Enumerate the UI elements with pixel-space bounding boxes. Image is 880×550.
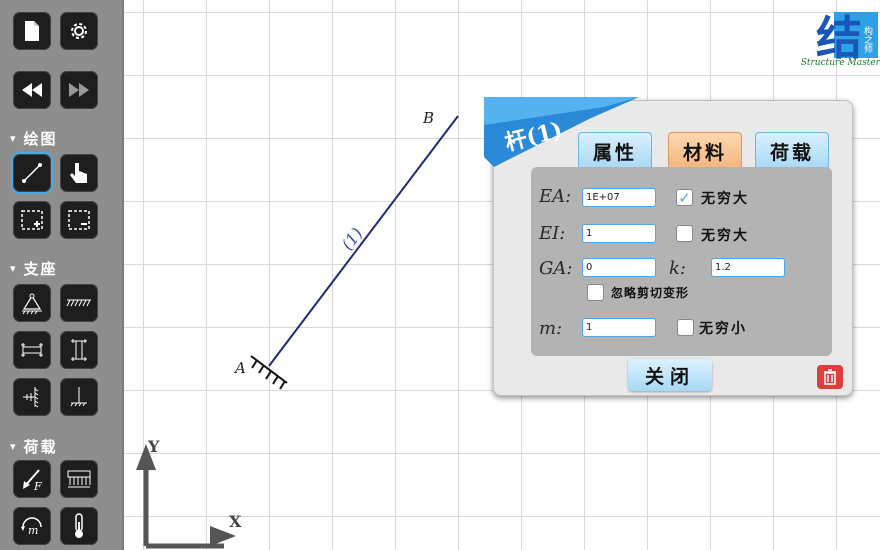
tab-properties[interactable]: 属性	[578, 132, 652, 170]
axis-x-label: X	[229, 512, 242, 531]
rewind-icon	[22, 83, 42, 97]
tab-material[interactable]: 材料	[668, 132, 742, 170]
ei-input[interactable]: 1	[582, 224, 656, 243]
node-label-a: A	[233, 359, 246, 377]
new-file-icon	[25, 21, 39, 41]
pointer-hand-icon	[70, 163, 87, 183]
select-remove-button[interactable]	[60, 201, 98, 239]
force-button[interactable]: F	[13, 460, 51, 498]
tab-loads[interactable]: 荷载	[755, 132, 829, 170]
distributed-load-button[interactable]	[60, 460, 98, 498]
member-1[interactable]	[268, 115, 459, 367]
trash-icon	[824, 369, 836, 385]
ga-label: GA:	[539, 258, 573, 279]
m-label: m:	[539, 318, 563, 339]
member-properties-dialog: 杆(1) 属性 材料 荷载 EA: 1E+07 ✓ 无穷大 EI: 1 无穷大 …	[484, 97, 853, 396]
k-input[interactable]: 1.2	[711, 258, 785, 277]
fixed-support-button[interactable]	[60, 378, 98, 416]
material-panel: EA: 1E+07 ✓ 无穷大 EI: 1 无穷大 GA: 0 k: 1.2 忽…	[531, 167, 832, 356]
settings-button[interactable]	[60, 12, 98, 50]
app-logo: 结 构之师 Structure Master	[801, 2, 880, 70]
ei-label: EI:	[539, 223, 566, 244]
redo-button[interactable]	[60, 71, 98, 109]
section-support: 支座	[10, 258, 58, 279]
moment-symbol: m	[28, 524, 38, 537]
draw-member-icon	[22, 163, 42, 183]
fast-forward-icon	[69, 83, 89, 97]
section-draw: 绘图	[10, 128, 58, 149]
force-icon: F	[23, 469, 42, 492]
ea-infinite-label: 无穷大	[701, 191, 749, 207]
select-remove-icon	[68, 210, 90, 230]
distributed-load-icon	[67, 470, 91, 488]
slide-support-icon	[23, 387, 39, 408]
pointer-button[interactable]	[60, 154, 98, 192]
undo-button[interactable]	[13, 71, 51, 109]
fixed-support-a[interactable]	[250, 355, 288, 390]
new-file-button[interactable]	[13, 12, 51, 50]
section-load: 荷载	[10, 436, 58, 457]
axes-indicator: Y X	[136, 437, 242, 549]
hinge-support-button[interactable]	[13, 284, 51, 322]
logo-subtitle: Structure Master	[800, 58, 880, 68]
temperature-icon	[75, 513, 83, 538]
fixed-support-icon	[70, 387, 87, 407]
slide-support-button[interactable]	[13, 378, 51, 416]
force-symbol: F	[33, 480, 42, 492]
roller-h-button[interactable]	[13, 331, 51, 369]
m-input[interactable]: 1	[582, 318, 656, 337]
roller-h-icon	[21, 343, 43, 357]
left-toolbar: 绘图 支座	[0, 0, 124, 550]
fixed-ground-icon	[66, 299, 91, 307]
delete-member-button[interactable]	[817, 365, 843, 389]
moment-icon: m	[21, 517, 42, 537]
logo-mini-text: 构之师	[862, 26, 872, 53]
ga-input[interactable]: 0	[582, 258, 656, 277]
ea-label: EA:	[539, 186, 572, 207]
m-infinitesimal-checkbox[interactable]	[677, 319, 694, 336]
gear-icon	[71, 23, 87, 39]
select-add-icon	[21, 210, 43, 230]
axis-y-label: Y	[147, 437, 160, 456]
ei-infinite-label: 无穷大	[701, 228, 749, 244]
temperature-button[interactable]	[60, 507, 98, 545]
ea-infinite-checkbox[interactable]: ✓	[676, 189, 693, 207]
select-add-button[interactable]	[13, 201, 51, 239]
hinge-support-icon	[22, 293, 42, 315]
ignore-shear-checkbox[interactable]	[587, 284, 604, 301]
roller-v-button[interactable]	[60, 331, 98, 369]
roller-v-icon	[71, 339, 87, 361]
ei-infinite-checkbox[interactable]	[676, 225, 693, 242]
node-label-b: B	[422, 109, 434, 127]
close-button[interactable]: 关闭	[628, 359, 712, 391]
moment-button[interactable]: m	[13, 507, 51, 545]
k-label: k:	[669, 258, 686, 279]
ignore-shear-label: 忽略剪切变形	[611, 286, 690, 300]
fixed-ground-button[interactable]	[60, 284, 98, 322]
ea-input[interactable]: 1E+07	[582, 188, 656, 207]
m-infinitesimal-label: 无穷小	[699, 321, 747, 337]
member-label: (1)	[338, 224, 367, 254]
draw-member-button[interactable]	[13, 154, 51, 192]
